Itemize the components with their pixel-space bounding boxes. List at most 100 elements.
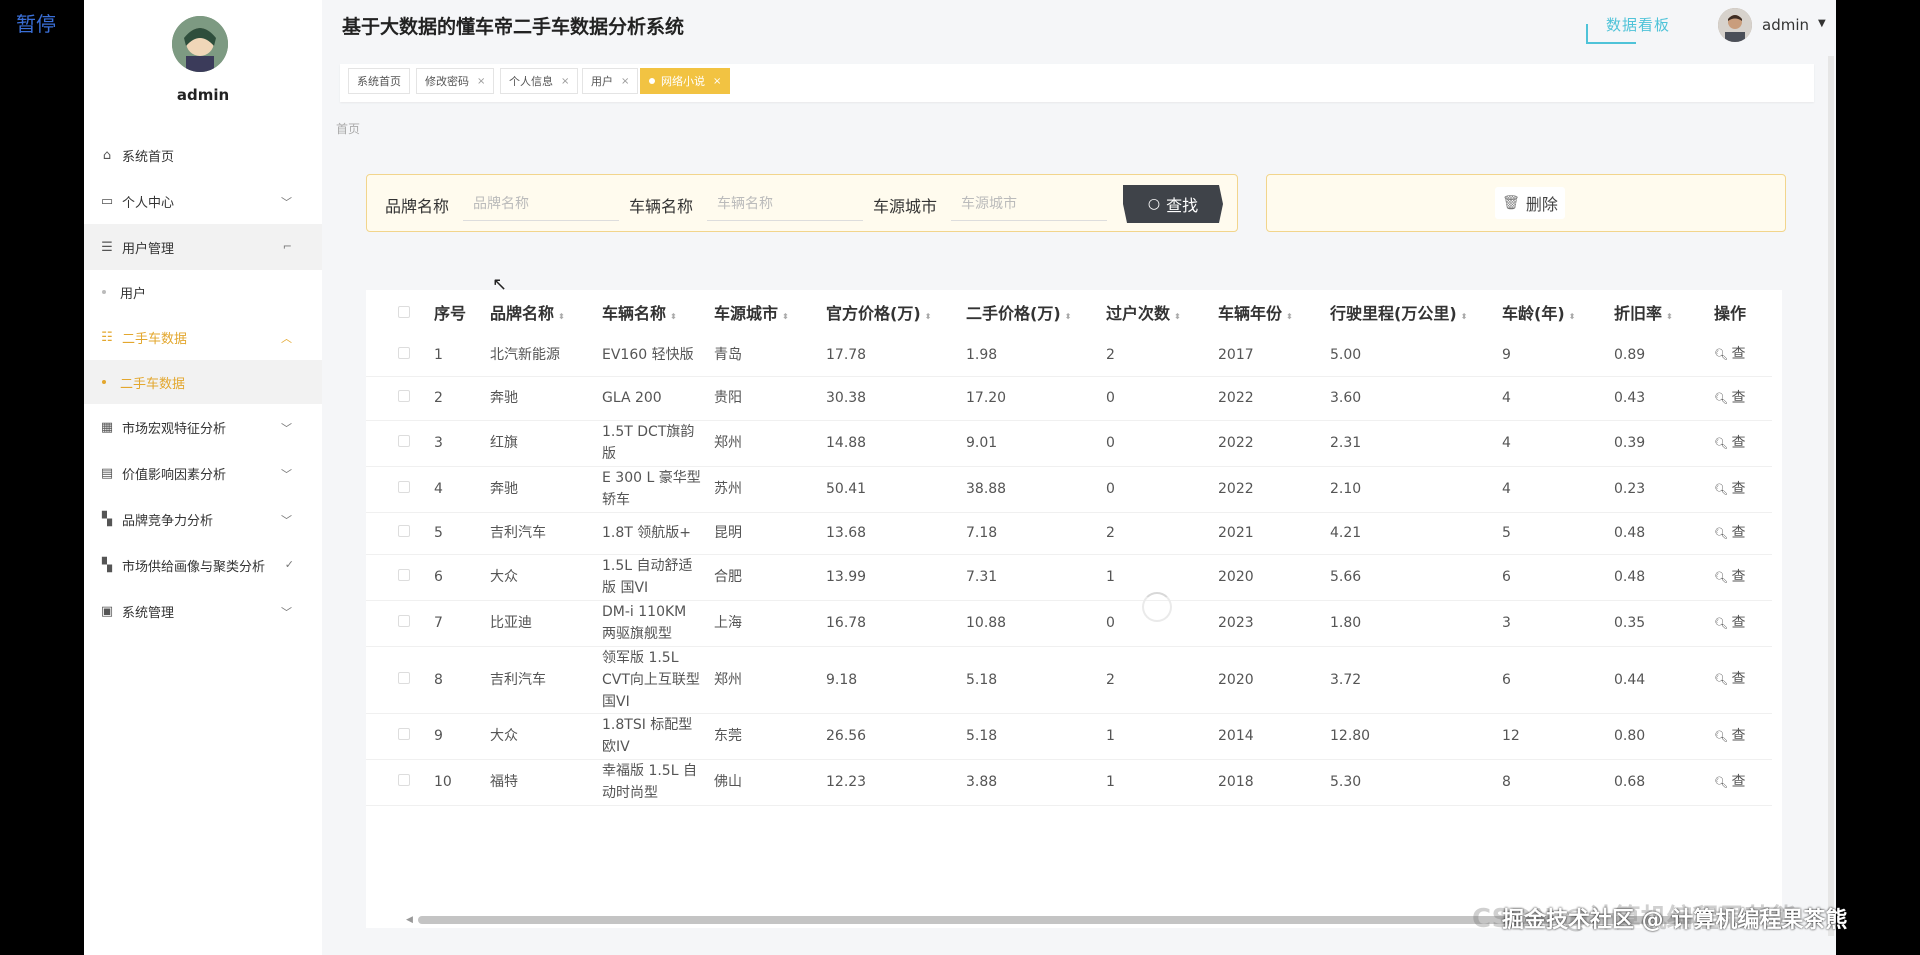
tab-web-novel[interactable]: 网络小说 × <box>640 68 731 94</box>
row-checkbox[interactable] <box>398 346 410 359</box>
scroll-left-icon[interactable]: ◀ <box>406 915 413 925</box>
sort-icon[interactable]: ⬍ <box>1286 312 1293 321</box>
view-action[interactable]: 🔍︎ 查 <box>1702 466 1772 513</box>
vehicle-input[interactable] <box>707 187 863 221</box>
table-row[interactable]: 8 吉利汽车 领军版 1.5L CVT向上互联型 国VI 郑州 9.18 5.18 2 202… <box>366 646 1772 714</box>
sort-icon[interactable]: ⬍ <box>782 312 789 321</box>
sidebar-item-home[interactable]: ⌂ 系统首页 <box>84 132 322 178</box>
column-header[interactable]: 车龄(年) ⬍ <box>1490 290 1602 334</box>
sidebar-item-supply-clustering[interactable]: ▚ 市场供给画像与聚类分析 ✓ <box>84 542 322 588</box>
table-cell: 0.80 <box>1602 713 1702 760</box>
table-cell: 大众 <box>478 713 590 760</box>
pause-label[interactable]: 暂停 <box>16 8 56 37</box>
table-cell: 1 <box>1094 713 1206 760</box>
sort-icon[interactable]: ⬍ <box>558 312 565 321</box>
row-checkbox[interactable] <box>398 728 410 740</box>
row-select-cell[interactable] <box>366 376 422 421</box>
sort-icon[interactable]: ⬍ <box>1174 312 1181 321</box>
view-action[interactable]: 🔍︎ 查 <box>1702 376 1772 421</box>
close-icon[interactable]: × <box>561 76 569 87</box>
view-action[interactable]: 🔍︎ 查 <box>1702 759 1772 806</box>
row-checkbox[interactable] <box>398 390 410 402</box>
table-row[interactable]: 1 北汽新能源 EV160 轻快版 青岛 17.78 1.98 2 2017 5.00 9 0.89… <box>366 334 1772 377</box>
row-checkbox[interactable] <box>398 774 410 786</box>
column-header[interactable]: 品牌名称 ⬍ <box>478 290 590 334</box>
sort-icon[interactable]: ⬍ <box>1461 312 1468 321</box>
column-header[interactable]: 二手价格(万) ⬍ <box>954 290 1094 334</box>
close-icon[interactable]: × <box>621 76 629 87</box>
sort-icon[interactable]: ⬍ <box>1666 312 1673 321</box>
table-row[interactable]: 7 比亚迪 DM-i 110KM 两驱旗舰型 上海 16.78 10.88 0 2023 1.8… <box>366 600 1772 647</box>
select-all-checkbox[interactable] <box>398 305 410 318</box>
row-checkbox[interactable] <box>398 615 410 627</box>
view-action[interactable]: 🔍︎ 查 <box>1702 512 1772 555</box>
table-row[interactable]: 6 大众 1.5L 自动舒适版 国VI 合肥 13.99 7.31 1 2020 5.66 6 0.… <box>366 554 1772 601</box>
sidebar-item-brand-competition[interactable]: ▚ 品牌竞争力分析 ﹀ <box>84 496 322 542</box>
row-checkbox[interactable] <box>398 569 410 581</box>
sidebar-item-market-macro[interactable]: ▦ 市场宏观特征分析 ﹀ <box>84 404 322 450</box>
delete-button[interactable]: 🗑 删除 <box>1495 187 1565 219</box>
column-header[interactable]: 车源城市 ⬍ <box>702 290 814 334</box>
sort-icon[interactable]: ⬍ <box>670 312 677 321</box>
sort-icon[interactable]: ⬍ <box>1065 312 1072 321</box>
table-row[interactable]: 10 福特 幸福版 1.5L 自动时尚型 佛山 12.23 3.88 1 2018 5.30 8 0… <box>366 759 1772 806</box>
row-select-cell[interactable] <box>366 600 422 647</box>
row-select-cell[interactable] <box>366 759 422 806</box>
sidebar-item-profile[interactable]: ▭ 个人中心 ﹀ <box>84 178 322 224</box>
view-action[interactable]: 🔍︎ 查 <box>1702 420 1772 467</box>
row-select-cell[interactable] <box>366 554 422 601</box>
view-action[interactable]: 🔍︎ 查 <box>1702 646 1772 714</box>
row-select-cell[interactable] <box>366 646 422 714</box>
sort-icon[interactable]: ⬍ <box>1569 312 1576 321</box>
column-header[interactable]: 过户次数 ⬍ <box>1094 290 1206 334</box>
column-header[interactable]: 车辆年份 ⬍ <box>1206 290 1318 334</box>
tab-home[interactable]: 系统首页 <box>348 68 410 94</box>
view-action[interactable]: 🔍︎ 查 <box>1702 600 1772 647</box>
view-action[interactable]: 🔍︎ 查 <box>1702 713 1772 760</box>
brand-input[interactable] <box>463 187 619 221</box>
table-cell: 5 <box>422 512 478 555</box>
sort-icon[interactable]: ⬍ <box>925 312 932 321</box>
vertical-scrollbar[interactable] <box>1828 56 1834 936</box>
search-icon: 🔍︎ <box>1714 673 1732 686</box>
close-icon[interactable]: × <box>713 76 721 87</box>
user-menu[interactable]: admin <box>1762 16 1809 34</box>
table-row[interactable]: 2 奔驰 GLA 200 贵阳 30.38 17.20 0 2022 3.60 4 0.43 🔍︎ 查 <box>366 376 1772 421</box>
city-input[interactable] <box>951 187 1107 221</box>
table-row[interactable]: 4 奔驰 E 300 L 豪华型 轿车 苏州 50.41 38.88 0 2022 2.10 4 0… <box>366 466 1772 513</box>
column-header[interactable]: 折旧率 ⬍ <box>1602 290 1702 334</box>
sidebar-item-user-management[interactable]: ☰ 用户管理 ⌐ <box>84 224 322 270</box>
select-all-cell[interactable] <box>366 290 422 334</box>
row-select-cell[interactable] <box>366 466 422 513</box>
caret-down-icon[interactable]: ▼ <box>1818 18 1826 29</box>
row-select-cell[interactable] <box>366 420 422 467</box>
view-action[interactable]: 🔍︎ 查 <box>1702 554 1772 601</box>
sidebar-item-used-car-data[interactable]: ☷ 二手车数据 ︿ <box>84 314 322 360</box>
row-select-cell[interactable] <box>366 512 422 555</box>
search-button[interactable]: ○ 查找 <box>1123 185 1223 223</box>
row-checkbox[interactable] <box>398 481 410 493</box>
table-row[interactable]: 3 红旗 1.5T DCT旗韵版 郑州 14.88 9.01 0 2022 2.31 4 0.39 🔍… <box>366 420 1772 467</box>
breadcrumb[interactable]: 首页 <box>336 120 360 137</box>
column-header[interactable]: 车辆名称 ⬍ <box>590 290 702 334</box>
row-select-cell[interactable] <box>366 713 422 760</box>
row-checkbox[interactable] <box>398 671 410 684</box>
view-action[interactable]: 🔍︎ 查 <box>1702 334 1772 377</box>
close-icon[interactable]: × <box>477 76 485 87</box>
sidebar-item-value-factors[interactable]: ▤ 价值影响因素分析 ﹀ <box>84 450 322 496</box>
column-header[interactable]: 官方价格(万) ⬍ <box>814 290 954 334</box>
table-row[interactable]: 9 大众 1.8TSI 标配型 欧IV 东莞 26.56 5.18 1 2014 12.80 12… <box>366 713 1772 760</box>
row-checkbox[interactable] <box>398 525 410 537</box>
tab-personal-info[interactable]: 个人信息 × <box>500 68 579 94</box>
table-row[interactable]: 5 吉利汽车 1.8T 领航版+ 昆明 13.68 7.18 2 2021 4.21 5 0.48 🔍… <box>366 512 1772 555</box>
column-header[interactable]: 行驶里程(万公里) ⬍ <box>1318 290 1490 334</box>
sidebar-subitem-used-car-data[interactable]: 二手车数据 <box>84 360 322 404</box>
row-select-cell[interactable] <box>366 334 422 377</box>
dashboard-link[interactable]: 数据看板 <box>1586 14 1670 44</box>
sidebar-item-system-management[interactable]: ▣ 系统管理 ﹀ <box>84 588 322 634</box>
tab-change-password[interactable]: 修改密码 × <box>416 68 495 94</box>
sidebar-subitem-users[interactable]: 用户 <box>84 270 322 314</box>
row-checkbox[interactable] <box>398 435 410 447</box>
user-avatar[interactable] <box>1718 8 1752 42</box>
tab-users[interactable]: 用户 × <box>582 68 639 94</box>
